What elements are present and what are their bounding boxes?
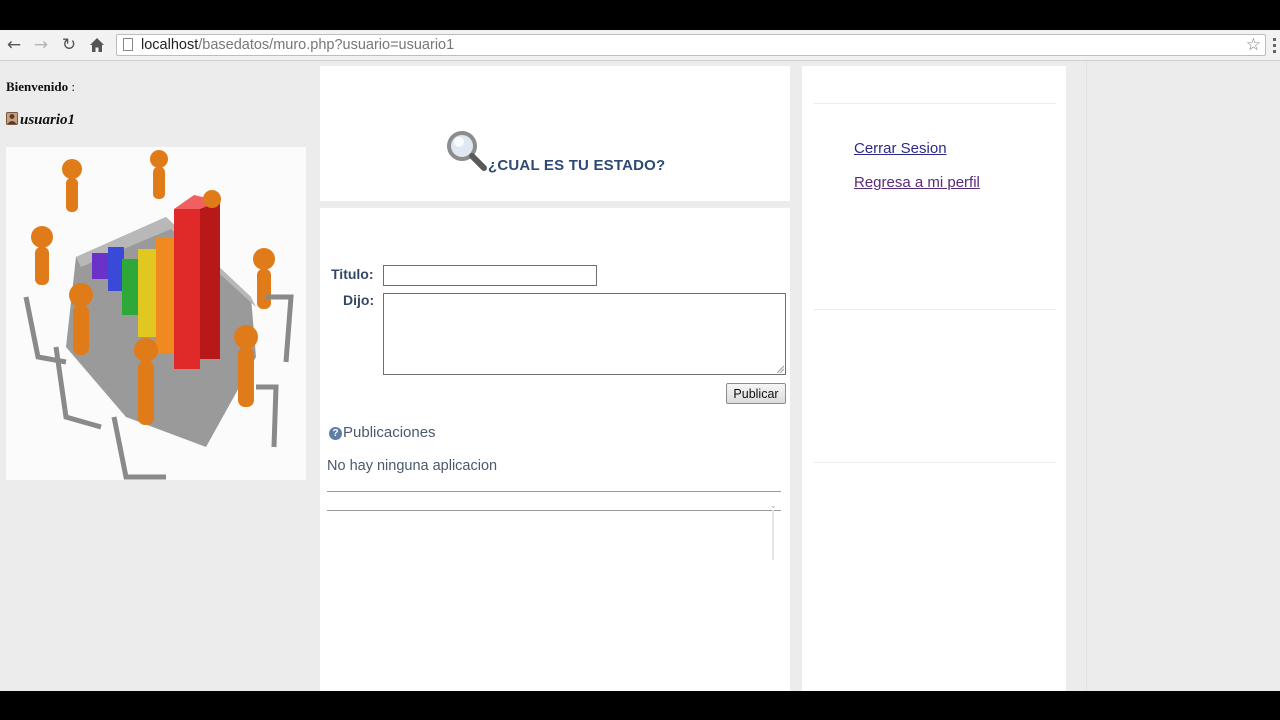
search-magnifier-icon — [447, 131, 487, 171]
titulo-input[interactable] — [383, 265, 597, 286]
menu-icon[interactable] — [1272, 38, 1278, 54]
team-meeting-illustration — [6, 147, 306, 480]
status-panel: ¿CUAL ES TU ESTADO? — [320, 66, 790, 201]
profile-link[interactable]: Regresa a mi perfil — [854, 174, 980, 191]
page-icon — [123, 38, 133, 51]
screen-top-bar — [0, 0, 1280, 30]
back-icon[interactable]: ← — [4, 35, 24, 55]
resize-grip-icon[interactable] — [776, 365, 784, 373]
status-title: ¿CUAL ES TU ESTADO? — [488, 157, 666, 174]
publications-scrollbar[interactable] — [772, 510, 774, 560]
reload-icon[interactable]: ↻ — [59, 35, 79, 55]
welcome-label: Bienvenido : — [6, 79, 75, 94]
user-icon — [6, 112, 18, 125]
forward-icon[interactable]: → — [31, 35, 51, 55]
empty-publications-message: No hay ninguna aplicacion — [327, 458, 498, 474]
bookmark-star-icon[interactable]: ☆ — [1246, 35, 1261, 55]
browser-toolbar: ← → ↻ localhost/basedatos/muro.php?usuar… — [0, 30, 1280, 61]
publications-list[interactable] — [327, 491, 781, 511]
divider — [814, 462, 1056, 463]
page-viewport: Bienvenido : usuario1 ¿CUAL ES TU ESTADO… — [0, 61, 1280, 691]
url-text[interactable]: localhost/basedatos/muro.php?usuario=usu… — [141, 37, 454, 53]
publications-heading: ? Publicaciones — [329, 424, 436, 441]
help-icon: ? — [329, 427, 342, 440]
address-bar[interactable]: localhost/basedatos/muro.php?usuario=usu… — [116, 34, 1266, 56]
dijo-label: Dijo: — [343, 292, 375, 308]
screen-bottom-bar — [0, 691, 1280, 720]
dijo-textarea[interactable] — [383, 293, 786, 375]
page-gutter — [1086, 61, 1087, 691]
scroll-down-icon[interactable]: ⌄ — [770, 501, 777, 510]
publish-button[interactable]: Publicar — [726, 383, 786, 404]
right-panel: Cerrar Sesion Regresa a mi perfil — [802, 66, 1066, 691]
divider — [814, 103, 1056, 104]
logout-link[interactable]: Cerrar Sesion — [854, 140, 947, 157]
post-form-panel: Titulo: Dijo: Publicar ? Publicaciones No… — [320, 208, 790, 691]
titulo-label: Titulo: — [331, 266, 374, 282]
username-text: usuario1 — [20, 112, 76, 128]
current-user: usuario1 — [6, 112, 75, 129]
divider — [814, 309, 1056, 310]
home-icon[interactable] — [87, 35, 107, 55]
